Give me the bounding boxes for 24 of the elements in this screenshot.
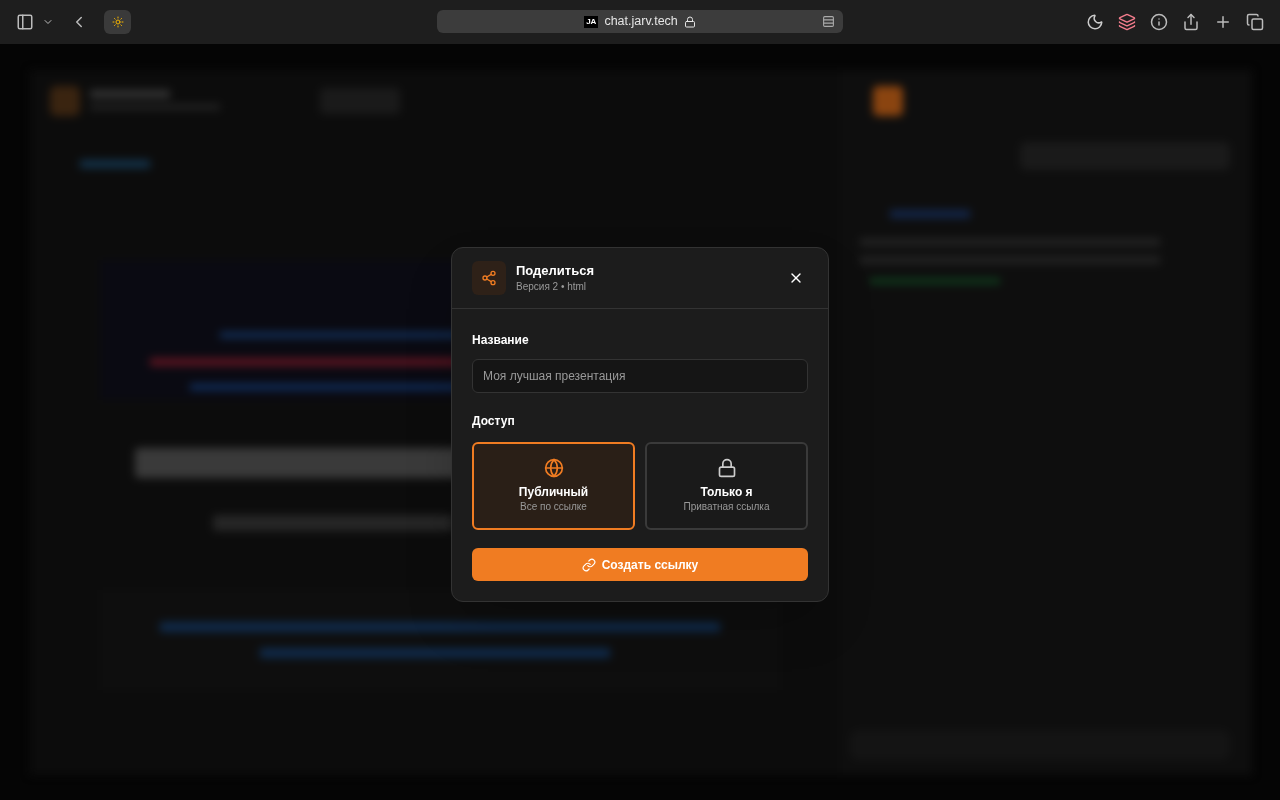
sun-icon	[111, 16, 124, 28]
lock-icon	[683, 15, 696, 28]
globe-icon	[543, 458, 564, 478]
name-label: Название	[472, 332, 530, 349]
link-icon	[581, 557, 596, 572]
access-option[interactable]: Только я Приватная ссылка	[645, 442, 808, 530]
share-icon	[481, 270, 497, 286]
share-icon[interactable]	[1182, 13, 1200, 31]
reader-icon[interactable]	[822, 15, 835, 28]
name-input[interactable]: Моя лучшая презентация	[472, 359, 808, 393]
url-text: chat.jarv.tech	[604, 13, 678, 31]
moon-icon[interactable]	[1086, 13, 1104, 31]
tab-favicon[interactable]	[104, 10, 131, 34]
info-icon[interactable]	[1150, 13, 1168, 31]
tab-overview-icon[interactable]	[1246, 13, 1264, 31]
access-option[interactable]: Публичный Все по ссылке	[472, 442, 635, 530]
access-label: Доступ	[472, 413, 516, 430]
sidebar-icon[interactable]	[16, 13, 34, 31]
lock-icon	[716, 458, 737, 478]
dialog-title: Поделиться	[516, 262, 595, 280]
site-favicon: JA	[584, 15, 599, 28]
new-tab-icon[interactable]	[1214, 13, 1232, 31]
address-bar[interactable]: JA chat.jarv.tech	[437, 10, 843, 33]
dialog-subtitle: Версия 2 • html	[516, 280, 588, 294]
